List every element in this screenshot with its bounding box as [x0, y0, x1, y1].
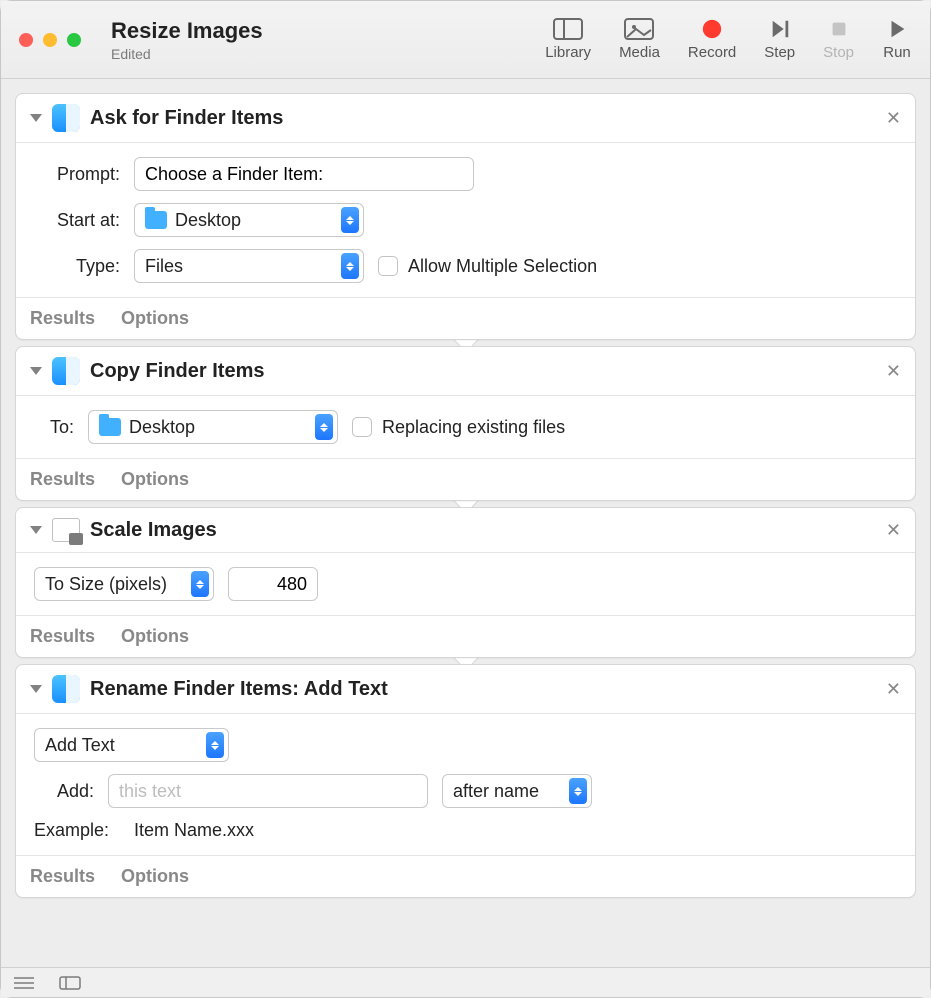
allow-multiple-checkbox[interactable]: Allow Multiple Selection [378, 256, 597, 277]
record-button[interactable]: Record [688, 18, 736, 61]
stop-button: Stop [823, 18, 854, 61]
close-window-button[interactable] [19, 33, 33, 47]
action-title: Scale Images [90, 519, 217, 542]
options-button[interactable]: Options [121, 308, 189, 329]
startat-select[interactable]: Desktop [134, 203, 364, 237]
chevron-updown-icon [315, 414, 333, 440]
position-value: after name [453, 781, 539, 802]
titlebar: Resize Images Edited Library Media Recor… [1, 1, 930, 79]
finder-icon [52, 675, 80, 703]
library-button[interactable]: Library [545, 18, 591, 61]
preview-app-icon [52, 518, 80, 542]
results-button[interactable]: Results [30, 469, 95, 490]
action-title: Rename Finder Items: Add Text [90, 678, 388, 701]
action-ask-finder-items: Ask for Finder Items ✕ Prompt: Start at:… [15, 93, 916, 340]
position-select[interactable]: after name [442, 774, 592, 808]
action-title: Copy Finder Items [90, 360, 264, 383]
example-label: Example: [34, 820, 120, 841]
library-label: Library [545, 44, 591, 61]
run-button[interactable]: Run [882, 18, 912, 61]
record-label: Record [688, 44, 736, 61]
disclosure-triangle-icon[interactable] [30, 114, 42, 122]
replacing-label: Replacing existing files [382, 417, 565, 438]
play-icon [882, 18, 912, 40]
prompt-label: Prompt: [34, 164, 120, 185]
action-header[interactable]: Rename Finder Items: Add Text ✕ [16, 665, 915, 714]
results-button[interactable]: Results [30, 626, 95, 647]
results-button[interactable]: Results [30, 308, 95, 329]
finder-icon [52, 104, 80, 132]
size-input[interactable] [228, 567, 318, 601]
action-copy-finder-items: Copy Finder Items ✕ To: Desktop Replacin… [15, 346, 916, 501]
options-button[interactable]: Options [121, 866, 189, 887]
to-value: Desktop [129, 417, 195, 438]
chevron-updown-icon [569, 778, 587, 804]
add-label: Add: [34, 781, 94, 802]
close-action-button[interactable]: ✕ [886, 679, 901, 700]
action-title: Ask for Finder Items [90, 107, 283, 130]
close-action-button[interactable]: ✕ [886, 361, 901, 382]
options-button[interactable]: Options [121, 469, 189, 490]
action-scale-images: Scale Images ✕ To Size (pixels) Results … [15, 507, 916, 658]
to-select[interactable]: Desktop [88, 410, 338, 444]
startat-label: Start at: [34, 210, 120, 231]
results-button[interactable]: Results [30, 866, 95, 887]
action-header[interactable]: Scale Images ✕ [16, 508, 915, 553]
folder-icon [99, 418, 121, 436]
stop-label: Stop [823, 44, 854, 61]
media-label: Media [619, 44, 660, 61]
type-select[interactable]: Files [134, 249, 364, 283]
log-view-icon[interactable] [13, 976, 35, 990]
checkbox-icon [352, 417, 372, 437]
step-icon [765, 18, 795, 40]
action-header[interactable]: Copy Finder Items ✕ [16, 347, 915, 396]
minimize-window-button[interactable] [43, 33, 57, 47]
type-label: Type: [34, 256, 120, 277]
chevron-updown-icon [341, 207, 359, 233]
options-button[interactable]: Options [121, 626, 189, 647]
checkbox-icon [378, 256, 398, 276]
type-value: Files [145, 256, 183, 277]
folder-icon [145, 211, 167, 229]
action-header[interactable]: Ask for Finder Items ✕ [16, 94, 915, 143]
step-button[interactable]: Step [764, 18, 795, 61]
window-controls [19, 33, 81, 47]
statusbar [1, 967, 930, 997]
step-label: Step [764, 44, 795, 61]
rename-mode-value: Add Text [45, 735, 115, 756]
action-rename-finder-items: Rename Finder Items: Add Text ✕ Add Text… [15, 664, 916, 898]
scale-mode-value: To Size (pixels) [45, 574, 167, 595]
startat-value: Desktop [175, 210, 241, 231]
sidebar-icon [553, 18, 583, 40]
chevron-updown-icon [341, 253, 359, 279]
zoom-window-button[interactable] [67, 33, 81, 47]
document-subtitle: Edited [111, 46, 263, 62]
chevron-updown-icon [206, 732, 224, 758]
document-title: Resize Images [111, 18, 263, 44]
disclosure-triangle-icon[interactable] [30, 685, 42, 693]
media-icon [624, 18, 654, 40]
disclosure-triangle-icon[interactable] [30, 526, 42, 534]
toolbar: Library Media Record Step Stop Run [545, 18, 912, 61]
chevron-updown-icon [191, 571, 209, 597]
add-text-input[interactable] [108, 774, 428, 808]
workflow-canvas[interactable]: Ask for Finder Items ✕ Prompt: Start at:… [1, 79, 930, 967]
close-action-button[interactable]: ✕ [886, 108, 901, 129]
media-button[interactable]: Media [619, 18, 660, 61]
title-block: Resize Images Edited [111, 18, 263, 62]
replacing-checkbox[interactable]: Replacing existing files [352, 417, 565, 438]
stop-icon [824, 18, 854, 40]
finder-icon [52, 357, 80, 385]
to-label: To: [34, 417, 74, 438]
example-value: Item Name.xxx [134, 820, 254, 841]
variables-view-icon[interactable] [59, 976, 81, 990]
disclosure-triangle-icon[interactable] [30, 367, 42, 375]
close-action-button[interactable]: ✕ [886, 520, 901, 541]
prompt-input[interactable] [134, 157, 474, 191]
scale-mode-select[interactable]: To Size (pixels) [34, 567, 214, 601]
run-label: Run [883, 44, 911, 61]
record-icon [697, 18, 727, 40]
rename-mode-select[interactable]: Add Text [34, 728, 229, 762]
allow-multiple-label: Allow Multiple Selection [408, 256, 597, 277]
